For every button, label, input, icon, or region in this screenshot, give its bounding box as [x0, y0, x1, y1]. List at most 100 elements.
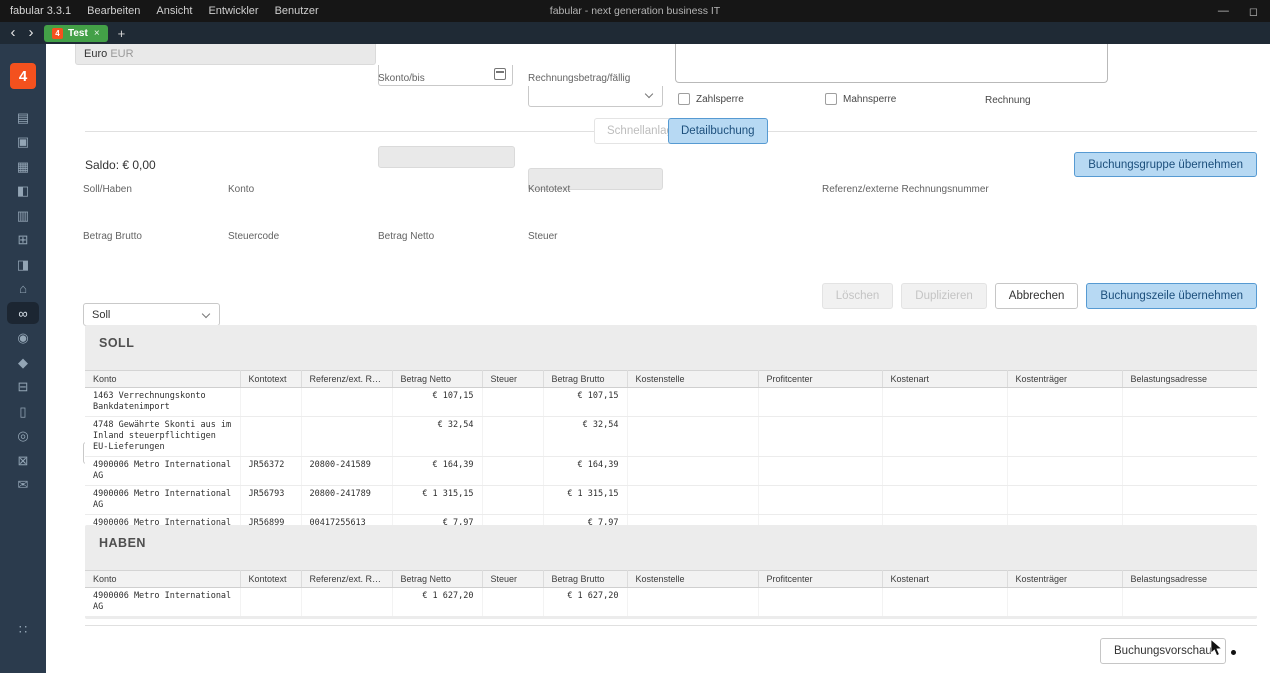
column-header[interactable]: Kostenträger [1007, 371, 1122, 388]
sidebar-item-file-search[interactable]: ◨ [0, 252, 46, 277]
table-row[interactable]: 4748 Gewährte Skonti aus im Inland steue… [85, 417, 1257, 457]
calendar-icon[interactable] [494, 68, 506, 80]
faellig-label: Rechnungsbetrag/fällig [528, 73, 630, 84]
cell [1007, 417, 1122, 457]
mouse-cursor-icon [1210, 639, 1223, 662]
column-header[interactable]: Kostenstelle [627, 371, 758, 388]
soll-haben-label: Soll/Haben [83, 184, 132, 195]
sidebar-item-person[interactable]: ◉ [0, 326, 46, 351]
apps-grid-icon: ∷ [19, 623, 27, 636]
menu-benutzer[interactable]: Benutzer [275, 5, 319, 17]
buchungsgruppe-uebernehmen-button[interactable]: Buchungsgruppe übernehmen [1074, 152, 1257, 177]
sidebar-item-book[interactable]: ▯ [0, 399, 46, 424]
cell [758, 388, 882, 417]
abbrechen-button[interactable]: Abbrechen [995, 283, 1079, 309]
sidebar-item-card[interactable]: ▥ [0, 203, 46, 228]
tab-detailbuchung[interactable]: Detailbuchung [668, 118, 768, 144]
zahlsperre-checkbox[interactable] [678, 93, 690, 105]
sidebar-item-person-gear[interactable]: ◎ [0, 424, 46, 449]
column-header[interactable]: Belastungsadresse [1122, 371, 1257, 388]
column-header[interactable]: Steuer [482, 571, 543, 588]
menu-ansicht[interactable]: Ansicht [156, 5, 192, 17]
column-header[interactable]: Kostenart [882, 371, 1007, 388]
title-bar: fabular 3.3.1 Bearbeiten Ansicht Entwick… [0, 0, 1270, 22]
table-row[interactable]: 4900006 Metro International AGJR56372208… [85, 457, 1257, 486]
new-tab-button[interactable]: + [118, 26, 126, 41]
menu-entwickler[interactable]: Entwickler [208, 5, 258, 17]
column-header[interactable]: Referenz/ext. R.-Nr. [301, 371, 392, 388]
sidebar-item-shield[interactable]: ◆ [0, 350, 46, 375]
sidebar-item-link[interactable]: ∞ [0, 301, 46, 326]
mahnsperre-checkbox[interactable] [825, 93, 837, 105]
currency-name: Euro [84, 48, 107, 60]
column-header[interactable]: Referenz/ext. R.-Nr. [301, 571, 392, 588]
column-header[interactable]: Profitcenter [758, 571, 882, 588]
sidebar-bottom-nav: ∷○ [0, 605, 46, 673]
cell [482, 486, 543, 515]
sidebar-item-apps-grid[interactable]: ∷ [0, 605, 46, 653]
cell [482, 588, 543, 617]
cell [301, 417, 392, 457]
forward-icon[interactable]: › [22, 23, 40, 43]
column-header[interactable]: Konto [85, 571, 240, 588]
sidebar-item-cart[interactable]: ⊟ [0, 375, 46, 400]
currency-field[interactable]: Euro EUR [75, 44, 376, 65]
column-header[interactable]: Kostenträger [1007, 571, 1122, 588]
minimize-icon[interactable]: — [1218, 5, 1229, 17]
column-header[interactable]: Kontotext [240, 571, 301, 588]
konto-label: Konto [228, 184, 254, 195]
soll-haben-select[interactable]: Soll [83, 303, 220, 326]
currency-code: EUR [110, 48, 133, 60]
column-header[interactable]: Betrag Netto [392, 371, 482, 388]
cell [1122, 486, 1257, 515]
table-row[interactable]: 4900006 Metro International AG€ 1 627,20… [85, 588, 1257, 617]
sidebar-item-bank[interactable]: ⌂ [0, 277, 46, 302]
buchungsvorschau-button[interactable]: Buchungsvorschau [1100, 638, 1226, 664]
booking-actions: Löschen Duplizieren Abbrechen Buchungsze… [822, 283, 1257, 309]
notes-textarea[interactable] [675, 44, 1108, 83]
sidebar-item-calculator[interactable]: ▦ [0, 154, 46, 179]
sidebar-item-spreadsheet[interactable]: ⊞ [0, 228, 46, 253]
column-header[interactable]: Steuer [482, 371, 543, 388]
saldo-text: Saldo: € 0,00 [85, 158, 156, 172]
tab-logo-icon: 4 [52, 28, 63, 39]
menu-bearbeiten[interactable]: Bearbeiten [87, 5, 140, 17]
buchungszeile-uebernehmen-button[interactable]: Buchungszeile übernehmen [1086, 283, 1257, 309]
sidebar-item-cart-check[interactable]: ⊠ [0, 448, 46, 473]
soll-panel-title: SOLL [85, 325, 1257, 361]
sidebar-item-mail[interactable]: ✉ [0, 473, 46, 498]
cell [1007, 457, 1122, 486]
column-header[interactable]: Betrag Brutto [543, 571, 627, 588]
table-header-row: KontoKontotextReferenz/ext. R.-Nr.Betrag… [85, 571, 1257, 588]
column-header[interactable]: Kontotext [240, 371, 301, 388]
table-row[interactable]: 4900006 Metro International AGJR56793208… [85, 486, 1257, 515]
sidebar-item-documents[interactable]: ▣ [0, 130, 46, 155]
sidebar-item-search[interactable]: ○ [0, 653, 46, 673]
column-header[interactable]: Profitcenter [758, 371, 882, 388]
status-dot [1231, 650, 1236, 655]
close-tab-icon[interactable]: × [94, 28, 100, 39]
duplizieren-button[interactable]: Duplizieren [901, 283, 987, 309]
top-dropdown[interactable] [528, 86, 663, 107]
back-icon[interactable]: ‹ [4, 23, 22, 43]
cell [240, 588, 301, 617]
restore-icon[interactable]: ◻ [1249, 5, 1258, 18]
fabular-logo[interactable]: 4 [10, 63, 36, 89]
sidebar-item-list[interactable]: ▤ [0, 105, 46, 130]
column-header[interactable]: Kostenart [882, 571, 1007, 588]
tab-test[interactable]: 4 Test × [44, 25, 108, 42]
column-header[interactable]: Betrag Brutto [543, 371, 627, 388]
sidebar-item-key[interactable]: ◧ [0, 179, 46, 204]
skonto-input[interactable] [378, 146, 515, 168]
cell: € 32,54 [543, 417, 627, 457]
loeschen-button[interactable]: Löschen [822, 283, 893, 309]
column-header[interactable]: Konto [85, 371, 240, 388]
cell [882, 588, 1007, 617]
column-header[interactable]: Betrag Netto [392, 571, 482, 588]
table-row[interactable]: 1463 Verrechnungskonto Bankdatenimport€ … [85, 388, 1257, 417]
column-header[interactable]: Belastungsadresse [1122, 571, 1257, 588]
cell [301, 388, 392, 417]
column-header[interactable]: Kostenstelle [627, 571, 758, 588]
tab-label: Test [68, 28, 88, 39]
cell [301, 588, 392, 617]
